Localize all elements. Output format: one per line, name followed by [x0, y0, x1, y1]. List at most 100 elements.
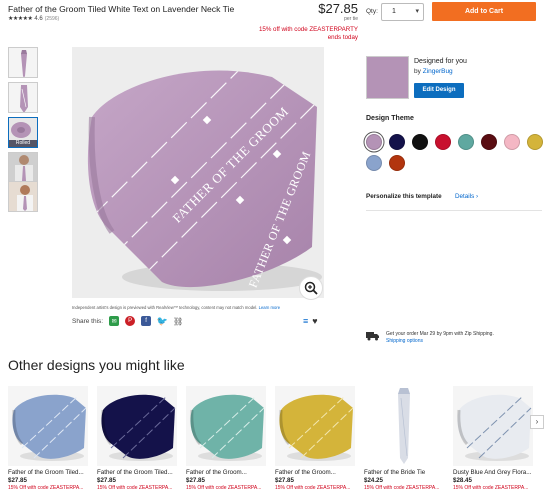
product-title: Father of the Groom Tiled White Text on …: [8, 4, 235, 14]
tie-rolled-thumb-icon: [9, 118, 37, 142]
review-count[interactable]: (2596): [45, 16, 59, 22]
color-swatch[interactable]: [366, 134, 382, 150]
thumbnail-rolled[interactable]: Rolled: [8, 117, 38, 148]
thumbnail-model[interactable]: [8, 152, 38, 183]
learn-more-link[interactable]: Learn more: [259, 305, 280, 310]
tie-front-thumb-icon: [21, 50, 27, 77]
chevron-down-icon: ▾: [415, 8, 419, 15]
color-swatch[interactable]: [504, 134, 520, 150]
personalize-label: Personalize this template: [366, 193, 442, 200]
recommendation-promo: 15% Off with code ZEASTERPA...: [186, 485, 262, 491]
recommendation-image[interactable]: [275, 386, 355, 466]
edit-design-button[interactable]: Edit Design: [414, 83, 464, 98]
add-to-cart-button[interactable]: Add to Cart: [432, 2, 536, 21]
zoom-icon: [304, 281, 318, 295]
tie-image: [398, 388, 410, 464]
recommendation-card[interactable]: Father of the Groom... $27.85 15% Off wi…: [275, 386, 355, 491]
recommendation-price: $27.85: [186, 477, 205, 484]
color-swatch[interactable]: [389, 134, 405, 150]
recommendations-heading: Other designs you might like: [8, 357, 185, 373]
recommendation-image[interactable]: [364, 386, 444, 466]
color-swatch[interactable]: [458, 134, 474, 150]
save-actions: ≡ ♥: [303, 316, 318, 326]
recommendation-card[interactable]: Father of the Groom Tiled... $27.85 15% …: [97, 386, 177, 491]
qty-select[interactable]: 1 ▾: [381, 3, 424, 21]
tie-image: [275, 386, 355, 466]
email-icon[interactable]: ✉: [109, 316, 120, 326]
shipping-eta: Get your order Mar 29 by 9pm with Zip Sh…: [386, 331, 494, 337]
carousel-next-button[interactable]: ›: [530, 415, 544, 429]
recommendation-price: $24.25: [364, 477, 383, 484]
share-bar: Share this: ✉ P f 🐦 ⛓: [72, 316, 183, 326]
recommendation-image[interactable]: [8, 386, 88, 466]
heart-icon[interactable]: ♥: [312, 316, 317, 326]
tie-rolled-image: [87, 70, 322, 291]
tie-back-thumb-icon: [20, 85, 28, 112]
color-swatch[interactable]: [366, 155, 382, 171]
qty-label: Qty:: [366, 8, 378, 15]
thumbnail-lifestyle[interactable]: [8, 181, 38, 212]
divider: [366, 210, 542, 211]
recommendation-title[interactable]: Dusty Blue And Grey Flora...: [453, 469, 533, 476]
recommendation-price: $27.85: [8, 477, 27, 484]
color-swatch[interactable]: [435, 134, 451, 150]
recommendation-title[interactable]: Father of the Groom Tiled...: [8, 469, 88, 476]
promo-line: 15% off with code ZEASTERPARTY: [258, 26, 358, 33]
price-unit-label: per tie: [344, 16, 358, 22]
color-swatch[interactable]: [389, 155, 405, 171]
tie-image: [453, 386, 533, 466]
facebook-icon[interactable]: f: [141, 316, 152, 326]
recommendation-price: $27.85: [275, 477, 294, 484]
recommendation-title[interactable]: Father of the Groom...: [186, 469, 266, 476]
main-product-image[interactable]: FATHER OF THE GROOM FATHER OF THE GROOM: [72, 47, 324, 298]
recommendation-card[interactable]: Dusty Blue And Grey Flora... $28.45 15% …: [453, 386, 533, 491]
realview-disclaimer: Independent artist's design is previewed…: [72, 305, 280, 310]
pinterest-icon[interactable]: P: [125, 316, 136, 326]
shipping-options-link[interactable]: Shipping options: [386, 338, 423, 344]
recommendation-title[interactable]: Father of the Bride Tie: [364, 469, 444, 476]
list-add-icon[interactable]: ≡: [303, 316, 308, 326]
recommendation-promo: 15% Off with code ZEASTERPA...: [8, 485, 84, 491]
recommendation-promo: 15% Off with code ZEASTERPA...: [364, 485, 440, 491]
details-link[interactable]: Details ›: [455, 193, 478, 200]
recommendation-price: $28.45: [453, 477, 472, 484]
design-theme-heading: Design Theme: [366, 115, 414, 122]
recommendation-image[interactable]: [186, 386, 266, 466]
recommendation-image[interactable]: [453, 386, 533, 466]
recommendation-card[interactable]: Father of the Bride Tie $24.25 15% Off w…: [364, 386, 444, 491]
thumbnail-front[interactable]: [8, 47, 38, 78]
recommendation-card[interactable]: Father of the Groom... $27.85 15% Off wi…: [186, 386, 266, 491]
color-swatch[interactable]: [527, 134, 543, 150]
recommendation-price: $27.85: [97, 477, 116, 484]
color-swatch[interactable]: [481, 134, 497, 150]
recommendation-promo: 15% Off with code ZEASTERPA...: [453, 485, 529, 491]
recommendation-promo: 15% Off with code ZEASTERPA...: [97, 485, 173, 491]
lifestyle-thumb-icon: [9, 182, 37, 211]
truck-icon: [366, 332, 379, 341]
rating-stars: ★★★★★: [8, 16, 33, 22]
shipping-info: Get your order Mar 29 by 9pm with Zip Sh…: [366, 331, 494, 345]
tie-image: [97, 386, 177, 466]
link-icon[interactable]: ⛓: [173, 316, 183, 326]
thumbnail-back[interactable]: [8, 82, 38, 113]
share-label: Share this:: [72, 317, 104, 325]
zoom-button[interactable]: [299, 276, 323, 300]
promo-text: 15% off with code ZEASTERPARTY ends toda…: [259, 26, 358, 42]
twitter-icon[interactable]: 🐦: [156, 316, 168, 326]
color-swatches: [366, 134, 546, 171]
rating[interactable]: ★★★★★ 4.6 (2596): [8, 15, 59, 23]
qty-value: 1: [392, 8, 396, 15]
rating-value: 4.6: [34, 15, 43, 22]
recommendation-card[interactable]: Father of the Groom Tiled... $27.85 15% …: [8, 386, 88, 491]
recommendation-title[interactable]: Father of the Groom...: [275, 469, 355, 476]
designed-for-label: Designed for you: [414, 58, 467, 65]
by-label: by: [414, 68, 421, 75]
designer-name-link[interactable]: ZingerBug: [423, 68, 453, 75]
recommendation-image[interactable]: [97, 386, 177, 466]
recommendation-title[interactable]: Father of the Groom Tiled...: [97, 469, 177, 476]
rolled-label: Rolled: [9, 140, 37, 147]
tie-image: [186, 386, 266, 466]
color-swatch[interactable]: [412, 134, 428, 150]
disclaimer-text: Independent artist's design is previewed…: [72, 305, 258, 310]
recommendation-promo: 15% Off with code ZEASTERPA...: [275, 485, 351, 491]
